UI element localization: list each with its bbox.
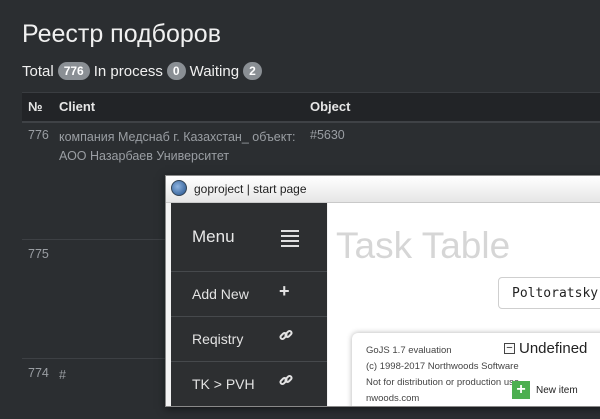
header-client[interactable]: Client	[59, 99, 95, 114]
sidebar-item-tk-pvh[interactable]: TK > PVH	[171, 362, 327, 406]
window-titlebar[interactable]: goproject | start page	[166, 176, 600, 203]
task-table-title: Task Table	[336, 225, 511, 266]
menu-header[interactable]: Menu	[171, 203, 327, 272]
new-item-button[interactable]: + New item	[512, 381, 578, 399]
globe-icon	[171, 180, 187, 196]
link-icon	[279, 373, 293, 392]
total-label: Total	[22, 62, 54, 80]
header-num[interactable]: №	[28, 99, 43, 114]
window-title: goproject | start page	[194, 182, 307, 196]
user-select[interactable]: Poltoratsky	[498, 277, 600, 309]
sidebar-item-label: TK > PVH	[192, 376, 255, 392]
group-label: Undefined	[519, 340, 588, 357]
sidebar-menu: Menu Add New + Reqistry TK > PVH	[171, 203, 327, 406]
stats-bar: Total 776 In process 0 Waiting 2	[22, 62, 266, 80]
sidebar-item-registry[interactable]: Reqistry	[171, 317, 327, 362]
link-icon	[279, 328, 293, 347]
row-num: 775	[28, 247, 49, 261]
waiting-label: Waiting	[189, 62, 240, 80]
menu-label: Menu	[192, 227, 235, 246]
table-header: № Client Object	[22, 92, 600, 123]
gojs-watermark: GoJS 1.7 evaluation (c) 1998-2017 Northw…	[366, 345, 520, 404]
sidebar-item-label: Add New	[192, 286, 249, 302]
new-item-label: New item	[536, 384, 578, 396]
goproject-window[interactable]: goproject | start page Menu Add New + Re…	[165, 175, 600, 407]
in-process-label: In process	[93, 62, 163, 80]
page-title: Реестр подборов	[22, 20, 221, 48]
plus-icon: +	[512, 381, 530, 399]
plus-icon: +	[279, 281, 290, 301]
header-object[interactable]: Object	[310, 99, 350, 114]
row-client[interactable]: компания Медснаб г. Казахстан_ объект: А…	[59, 128, 299, 166]
sidebar-item-label: Reqistry	[192, 331, 244, 347]
total-badge: 776	[57, 62, 90, 80]
row-num: 774	[28, 366, 49, 380]
sidebar-item-add-new[interactable]: Add New +	[171, 272, 327, 317]
row-object[interactable]: #5630	[310, 128, 345, 142]
in-process-badge: 0	[166, 62, 186, 80]
collapse-icon[interactable]: −	[504, 343, 515, 354]
hamburger-icon[interactable]	[281, 230, 299, 247]
waiting-badge: 2	[243, 62, 262, 80]
group-header[interactable]: − Undefined	[504, 340, 587, 357]
user-select-value: Poltoratsky	[512, 286, 599, 301]
row-num: 776	[28, 128, 49, 142]
content-area: Task Table Poltoratsky GoJS 1.7 evaluati…	[328, 203, 600, 406]
diagram-canvas[interactable]: GoJS 1.7 evaluation (c) 1998-2017 Northw…	[352, 333, 600, 406]
